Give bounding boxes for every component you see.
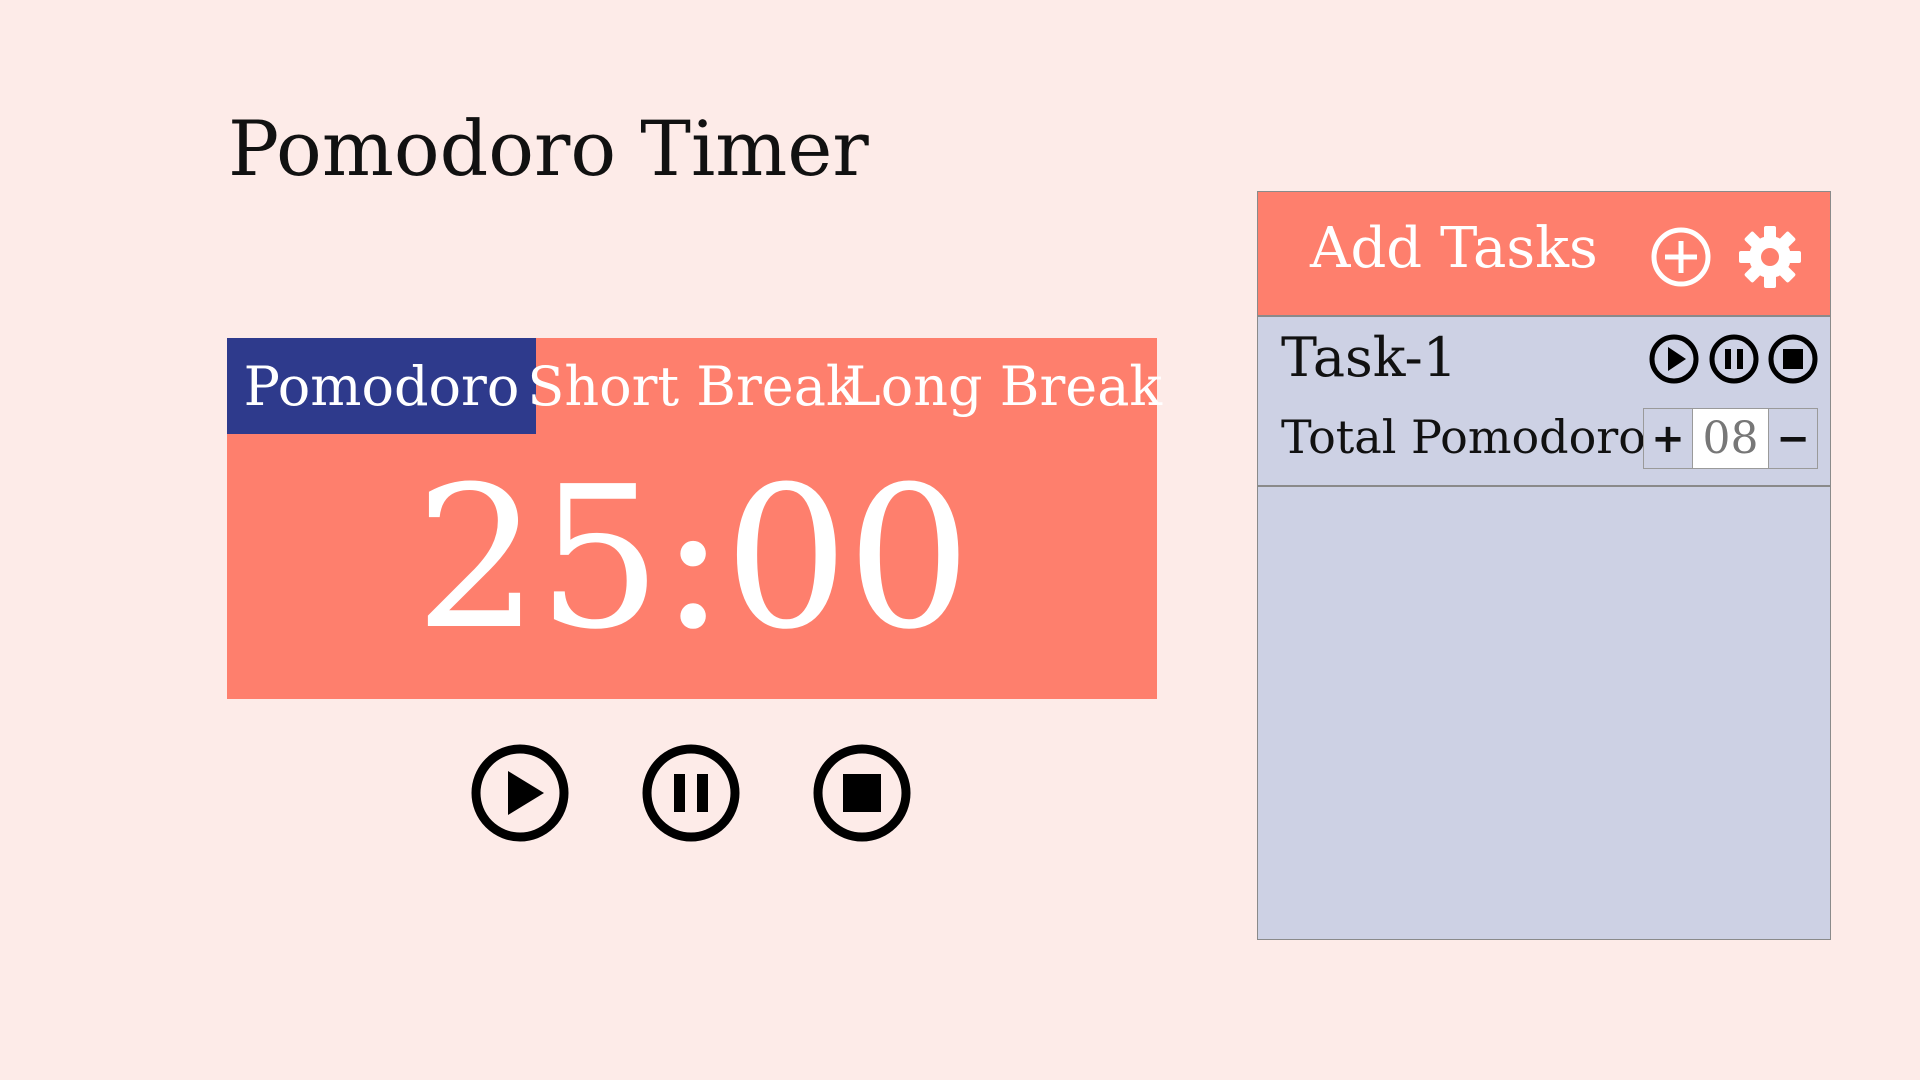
- pause-circle-icon: [642, 744, 740, 842]
- task-name: Task-1: [1281, 326, 1458, 389]
- tasks-title: Add Tasks: [1310, 216, 1598, 281]
- tasks-panel: Add Tasks Task-1 Total Pomodoro: + 08 −: [1257, 191, 1831, 940]
- plus-circle-icon: [1651, 227, 1711, 287]
- tab-short-break[interactable]: Short Break: [527, 338, 858, 434]
- app-title: Pomodoro Timer: [228, 104, 869, 193]
- tab-pomodoro[interactable]: Pomodoro: [227, 338, 536, 434]
- stop-button[interactable]: [812, 743, 912, 843]
- pause-button[interactable]: [641, 743, 741, 843]
- gear-icon: [1739, 226, 1801, 288]
- play-button[interactable]: [470, 743, 570, 843]
- add-task-button[interactable]: [1648, 224, 1714, 290]
- total-pomodoro-label: Total Pomodoro:: [1281, 410, 1662, 464]
- play-circle-icon: [1649, 334, 1699, 384]
- decrement-button[interactable]: −: [1769, 409, 1817, 468]
- timer-display: 25:00: [414, 445, 972, 673]
- increment-button[interactable]: +: [1644, 409, 1692, 468]
- pomodoro-count-value[interactable]: 08: [1692, 409, 1769, 468]
- settings-button[interactable]: [1737, 224, 1803, 290]
- task-row: Task-1 Total Pomodoro: + 08 −: [1258, 317, 1830, 487]
- timer-controls: [470, 743, 912, 843]
- mode-tabs: Pomodoro Short Break Long Break: [227, 338, 1162, 434]
- stop-circle-icon: [1768, 334, 1818, 384]
- task-pause-button[interactable]: [1708, 333, 1760, 385]
- timer-card: Pomodoro Short Break Long Break 25:00: [227, 338, 1162, 699]
- task-stop-button[interactable]: [1767, 333, 1819, 385]
- stop-circle-icon: [813, 744, 911, 842]
- tab-long-break[interactable]: Long Break: [845, 338, 1162, 434]
- pause-circle-icon: [1709, 334, 1759, 384]
- task-play-button[interactable]: [1648, 333, 1700, 385]
- tasks-header: Add Tasks: [1258, 192, 1830, 317]
- pomodoro-count-stepper: + 08 −: [1643, 408, 1818, 469]
- play-circle-icon: [471, 744, 569, 842]
